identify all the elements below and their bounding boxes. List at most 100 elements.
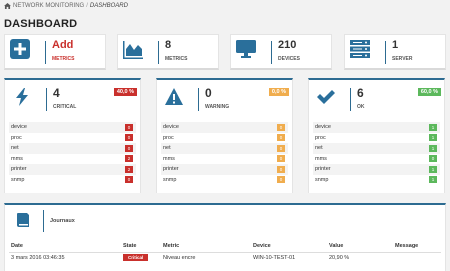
column-header-device[interactable]: Device (251, 241, 327, 253)
critical-percent-badge: 40,0 % (113, 88, 137, 96)
warning-metric-list: device 0 proc 0 net 0 mms 0 printer 0 snmp 0 (161, 122, 288, 185)
journal-divider (43, 210, 44, 232)
home-icon[interactable] (4, 3, 11, 9)
warning-count: 0 (205, 86, 212, 100)
ok-panel: 6 OK 60,0 % device 1 proc 1 net 1 mms 0 prin… (308, 78, 445, 193)
list-item[interactable]: snmp 0 (9, 175, 136, 186)
list-item[interactable]: printer 0 (161, 164, 288, 175)
panel-divider (46, 88, 47, 111)
row-name: snmp (163, 176, 177, 183)
plus-square-icon (10, 39, 30, 59)
list-item[interactable]: snmp 1 (313, 175, 440, 186)
row-name: printer (163, 166, 179, 173)
critical-panel: 4 CRITICAL 40,0 % device 0 proc 0 net 0 mms… (4, 78, 141, 193)
list-item[interactable]: printer 1 (313, 164, 440, 175)
list-item[interactable]: proc 0 (9, 133, 136, 144)
cell-value: 20,90 % (329, 255, 350, 262)
list-item[interactable]: device 0 (9, 122, 136, 133)
column-header-state[interactable]: State (121, 241, 161, 253)
cell-message (393, 252, 441, 264)
row-name: proc (315, 134, 326, 141)
critical-count: 4 (53, 86, 60, 100)
list-item[interactable]: mms 0 (161, 154, 288, 165)
list-item[interactable]: net 1 (313, 143, 440, 154)
count-badge: 1 (429, 134, 437, 142)
count-badge: 0 (277, 123, 285, 131)
row-name: device (315, 124, 331, 131)
ok-metric-list: device 1 proc 1 net 1 mms 0 printer 1 snmp 1 (313, 122, 440, 185)
server-label: SERVER (392, 56, 413, 62)
panel-divider (350, 88, 351, 111)
count-badge: 1 (429, 176, 437, 184)
count-badge: 1 (429, 165, 437, 173)
row-name: device (11, 124, 27, 131)
cell-device: WIN-10-TEST-01 (253, 255, 296, 262)
critical-label: CRITICAL (53, 104, 77, 110)
metrics-label: METRICS (165, 56, 188, 62)
row-name: mms (163, 155, 175, 162)
count-badge: 2 (125, 155, 133, 163)
table-header-row: Date State Metric Device Value Message (9, 241, 441, 253)
book-icon (17, 213, 29, 227)
count-badge: 0 (277, 165, 285, 173)
warning-icon (165, 88, 183, 105)
list-item[interactable]: net 0 (9, 143, 136, 154)
area-chart-icon (123, 41, 143, 59)
warning-percent-badge: 0,0 % (268, 88, 289, 96)
add-metrics-label: METRICS (52, 56, 75, 62)
column-header-date[interactable]: Date (9, 241, 121, 253)
devices-card[interactable]: 210 DEVICES (230, 34, 332, 70)
list-item[interactable]: device 1 (313, 122, 440, 133)
server-count: 1 (392, 39, 399, 51)
column-header-value[interactable]: Value (327, 241, 393, 253)
list-item[interactable]: net 0 (161, 143, 288, 154)
bolt-icon (16, 88, 28, 106)
list-item[interactable]: printer 2 (9, 164, 136, 175)
journal-table: Date State Metric Device Value Message 3… (9, 241, 441, 264)
critical-metric-list: device 0 proc 0 net 0 mms 2 printer 2 snmp 0 (9, 122, 136, 185)
add-metrics-card[interactable]: Add METRICS (4, 34, 106, 70)
count-badge: 0 (125, 176, 133, 184)
row-name: printer (11, 166, 27, 173)
state-badge: Critical (123, 254, 149, 262)
row-name: snmp (315, 176, 329, 183)
list-item[interactable]: device 0 (161, 122, 288, 133)
breadcrumb-root[interactable]: NETWORK MONITORING (13, 3, 84, 9)
list-item[interactable]: proc 0 (161, 133, 288, 144)
count-badge: 0 (125, 134, 133, 142)
metrics-card[interactable]: 8 METRICS (117, 34, 219, 70)
add-metrics-value[interactable]: Add (52, 39, 73, 51)
card-divider (158, 41, 159, 64)
row-name: net (315, 145, 323, 152)
column-header-message[interactable]: Message (393, 241, 441, 253)
cell-state: Critical (121, 252, 161, 264)
list-item[interactable]: mms 2 (9, 154, 136, 165)
warning-label: WARNING (205, 104, 230, 110)
table-row[interactable]: 3 mars 2016 03:46:35 Critical Niveau enc… (9, 252, 441, 264)
list-item[interactable]: snmp 0 (161, 175, 288, 186)
ok-label: OK (357, 104, 365, 110)
breadcrumb-separator: / (86, 3, 88, 9)
count-badge: 1 (429, 123, 437, 131)
count-badge: 2 (125, 165, 133, 173)
ok-count: 6 (357, 86, 364, 100)
card-divider (385, 41, 386, 64)
server-card[interactable]: 1 SERVER (344, 34, 446, 70)
panel-divider (198, 88, 199, 111)
row-name: snmp (11, 176, 25, 183)
breadcrumb: NETWORK MONITORING / DASHBOARD (4, 3, 128, 9)
check-icon (317, 90, 335, 104)
count-badge: 0 (277, 155, 285, 163)
journal-panel: Journaux Date State Metric Device Value … (4, 203, 446, 271)
column-header-metric[interactable]: Metric (161, 241, 251, 253)
row-name: mms (11, 155, 23, 162)
row-name: mms (315, 155, 327, 162)
journal-title: Journaux (50, 218, 75, 224)
list-item[interactable]: mms 0 (313, 154, 440, 165)
cell-date: 3 mars 2016 03:46:35 (11, 255, 65, 262)
count-badge: 0 (429, 155, 437, 163)
list-item[interactable]: proc 1 (313, 133, 440, 144)
count-badge: 1 (429, 144, 437, 152)
monitor-icon (236, 40, 256, 58)
breadcrumb-current: DASHBOARD (89, 3, 128, 9)
